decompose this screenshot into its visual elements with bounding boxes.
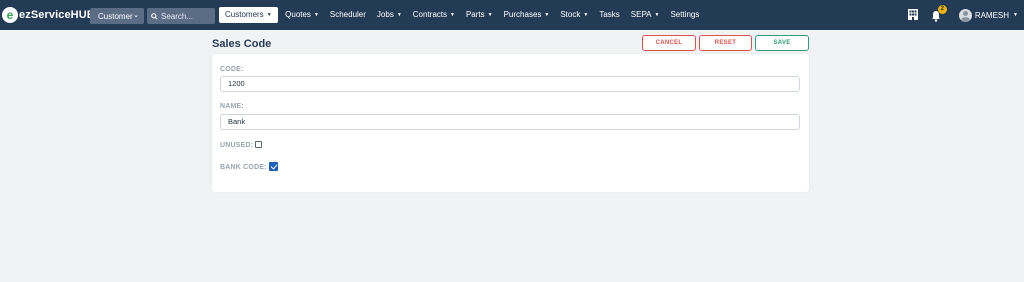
brand[interactable]: e ezServiceHUB [0, 0, 95, 30]
caret-down-icon: ▼ [1013, 12, 1018, 18]
search-scope-select[interactable]: Customer ⌄ [90, 8, 144, 24]
reset-button[interactable]: RESET [699, 35, 752, 51]
menu-item-label: SEPA [630, 10, 652, 19]
notifications-bell-icon[interactable]: 2 [931, 5, 947, 22]
menu-item-jobs[interactable]: Jobs ▼ [371, 7, 407, 23]
user-name: RAMESH [974, 10, 1010, 20]
top-navbar: e ezServiceHUB Customer ⌄ Search... Cust… [0, 0, 1024, 30]
main-menu: Customers ▼ Quotes ▼ Scheduler Jobs ▼ Contr… [219, 7, 705, 23]
menu-item-tasks[interactable]: Tasks [594, 7, 625, 23]
building-icon[interactable] [907, 8, 921, 22]
search-input[interactable]: Search... [147, 8, 215, 24]
menu-item-scheduler[interactable]: Scheduler [324, 7, 371, 23]
page-title: Sales Code [212, 38, 272, 50]
name-label: NAME: [220, 103, 244, 110]
menu-item-purchases[interactable]: Purchases ▼ [498, 7, 555, 23]
menu-item-label: Quotes [285, 10, 311, 19]
caret-down-icon: ▼ [396, 12, 402, 18]
menu-item-quotes[interactable]: Quotes ▼ [280, 7, 325, 23]
bank-code-checkbox[interactable] [268, 162, 278, 171]
user-menu[interactable]: RAMESH ▼ [958, 8, 1018, 22]
navbar-right-tools: 2 RAMESH ▼ [907, 0, 1024, 30]
menu-item-label: Customers [225, 10, 264, 19]
menu-item-label: Scheduler [329, 10, 366, 19]
menu-item-label: Tasks [599, 10, 620, 19]
cancel-button[interactable]: CANCEL [642, 35, 696, 51]
name-field[interactable]: Bank [220, 114, 800, 130]
caret-down-icon: ▼ [266, 12, 272, 18]
save-button[interactable]: SAVE [755, 35, 809, 51]
menu-item-contracts[interactable]: Contracts ▼ [407, 7, 460, 23]
menu-item-label: Jobs [376, 10, 394, 19]
menu-item-label: Purchases [503, 10, 542, 19]
caret-down-icon: ▼ [487, 12, 493, 18]
brand-logo-icon: e [2, 7, 18, 23]
search-placeholder: Search... [161, 11, 194, 21]
notification-count-badge: 2 [937, 5, 947, 14]
menu-item-label: Parts [465, 10, 485, 19]
code-field[interactable]: 1200 [220, 76, 800, 92]
search-scope-value: Customer [98, 11, 133, 21]
menu-item-label: Settings [670, 10, 700, 19]
caret-down-icon: ▼ [544, 12, 550, 18]
caret-down-icon: ▼ [450, 12, 455, 18]
menu-item-label: Contracts [412, 10, 448, 19]
bank-code-field-row: BANK CODE: [220, 162, 278, 171]
unused-field-row: UNUSED: [220, 141, 263, 149]
caret-down-icon: ▼ [654, 12, 660, 18]
avatar [958, 8, 972, 22]
bank-code-label: BANK CODE: [220, 164, 267, 171]
menu-item-sepa[interactable]: SEPA ▼ [625, 7, 665, 23]
menu-item-customers[interactable]: Customers ▼ [219, 7, 278, 23]
chevron-down-icon: ⌄ [133, 12, 139, 19]
caret-down-icon: ▼ [313, 12, 319, 18]
brand-name: ezServiceHUB [19, 9, 95, 21]
unused-checkbox[interactable] [255, 141, 263, 148]
menu-item-stock[interactable]: Stock ▼ [555, 7, 594, 23]
menu-item-label: Stock [560, 10, 581, 19]
unused-label: UNUSED: [220, 142, 254, 149]
menu-item-parts[interactable]: Parts ▼ [460, 7, 498, 23]
code-label: CODE: [220, 66, 244, 73]
search-icon [151, 12, 158, 20]
menu-item-settings[interactable]: Settings [665, 7, 705, 23]
caret-down-icon: ▼ [583, 12, 589, 18]
